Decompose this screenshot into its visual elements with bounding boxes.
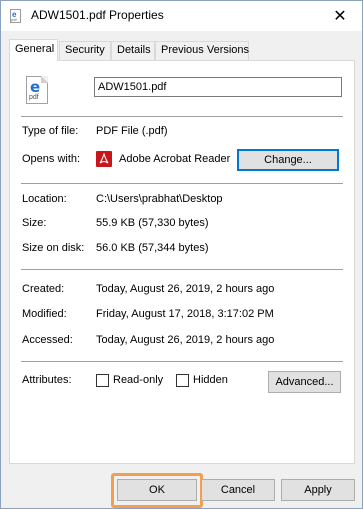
attributes-label: Attributes: (22, 374, 72, 386)
window-title: ADW1501.pdf Properties (31, 8, 164, 22)
close-button[interactable]: ✕ (318, 1, 362, 31)
title-bar[interactable]: e pdf ADW1501.pdf Properties ✕ (1, 1, 362, 31)
modified-label: Modified: (22, 308, 67, 320)
properties-dialog: e pdf ADW1501.pdf Properties ✕ General Se… (0, 0, 363, 509)
apply-button[interactable]: Apply (281, 479, 355, 501)
size-on-disk-label: Size on disk: (22, 242, 85, 254)
tab-previous-versions[interactable]: Previous Versions (155, 41, 249, 60)
opens-with-label: Opens with: (22, 153, 81, 165)
type-of-file-label: Type of file: (22, 125, 79, 137)
type-of-file-value: PDF File (.pdf) (96, 125, 168, 137)
divider (21, 116, 343, 117)
close-icon: ✕ (333, 8, 347, 25)
modified-value: Friday, August 17, 2018, 3:17:02 PM (96, 308, 274, 320)
accessed-value: Today, August 26, 2019, 2 hours ago (96, 334, 275, 346)
tab-details[interactable]: Details (111, 41, 155, 60)
divider (21, 269, 343, 270)
advanced-button[interactable]: Advanced... (268, 371, 341, 393)
created-label: Created: (22, 283, 65, 295)
opens-with-value: Adobe Acrobat Reader (119, 153, 231, 165)
location-value: C:\Users\prabhat\Desktop (96, 193, 223, 205)
change-button[interactable]: Change... (237, 149, 339, 171)
file-name-input[interactable] (94, 77, 342, 97)
read-only-label[interactable]: Read-only (113, 374, 163, 386)
hidden-checkbox[interactable] (176, 374, 189, 387)
pdf-file-icon: e pdf (10, 9, 21, 23)
general-panel (9, 60, 355, 464)
created-value: Today, August 26, 2019, 2 hours ago (96, 283, 275, 295)
accessed-label: Accessed: (22, 334, 73, 346)
divider (21, 183, 343, 184)
hidden-label[interactable]: Hidden (193, 374, 228, 386)
file-type-icon: e pdf (26, 76, 48, 104)
size-value: 55.9 KB (57,330 bytes) (96, 217, 209, 229)
tab-security[interactable]: Security (59, 41, 111, 60)
size-on-disk-value: 56.0 KB (57,344 bytes) (96, 242, 209, 254)
divider (21, 361, 343, 362)
acrobat-icon (96, 151, 112, 167)
read-only-checkbox[interactable] (96, 374, 109, 387)
tab-general[interactable]: General (9, 39, 58, 61)
ok-button[interactable]: OK (117, 479, 197, 501)
cancel-button[interactable]: Cancel (201, 479, 275, 501)
location-label: Location: (22, 193, 67, 205)
size-label: Size: (22, 217, 47, 229)
